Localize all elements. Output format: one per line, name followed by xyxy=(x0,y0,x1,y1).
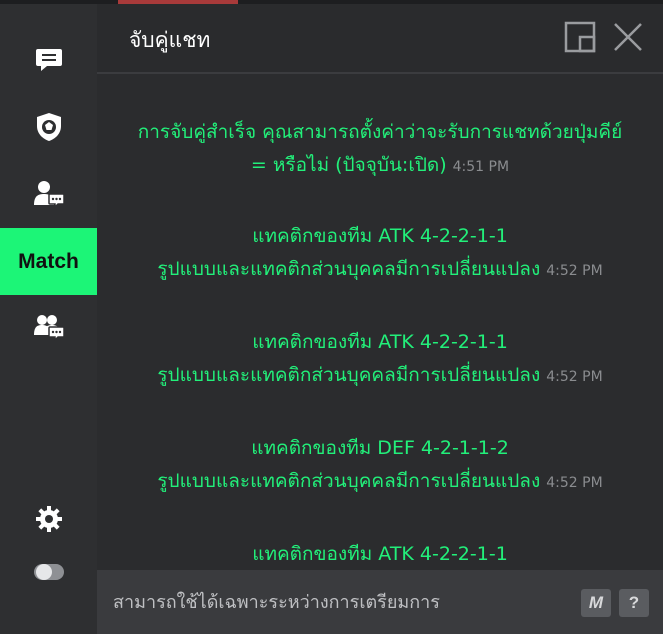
message-line: แทคติกของทีม ATK 4-2-2-1-1 xyxy=(252,331,508,353)
sidebar-item-match[interactable]: Match xyxy=(0,228,97,295)
header-divider xyxy=(97,72,663,74)
message-line: รูปแบบและแทคติกส่วนบุคคลมีการเปลี่ยนแปลง xyxy=(157,470,541,492)
close-icon xyxy=(612,21,644,57)
message-line: แทคติกของทีม DEF 4-2-1-1-2 xyxy=(251,437,509,459)
sidebar-item-friend-chat[interactable] xyxy=(0,169,97,219)
list-item: แทคติกของทีม ATK 4-2-2-1-1 รูปแบบและแทคต… xyxy=(97,326,663,394)
chat-input-bar: M ? xyxy=(97,570,663,634)
chat-header: จับคู่แชท xyxy=(97,4,663,72)
user-chat-icon xyxy=(33,179,65,209)
shield-ball-icon xyxy=(36,112,62,142)
message-timestamp: 4:51 PM xyxy=(452,159,510,175)
help-button[interactable]: ? xyxy=(619,589,649,617)
page-title: จับคู่แชท xyxy=(129,28,211,52)
message-timestamp: 4:52 PM xyxy=(546,263,603,279)
message-line: แทคติกของทีม ATK 4-2-2-1-1 xyxy=(252,543,508,565)
list-item: แทคติกของทีม ATK 4-2-2-1-1 xyxy=(97,538,663,570)
message-line: รูปแบบและแทคติกส่วนบุคคลมีการเปลี่ยนแปลง xyxy=(157,258,541,280)
message-line: แทคติกของทีม ATK 4-2-2-1-1 xyxy=(252,225,508,247)
settings-button[interactable] xyxy=(0,494,97,544)
sidebar-item-club[interactable] xyxy=(0,102,97,152)
toggle-button[interactable] xyxy=(0,547,97,597)
macro-button[interactable]: M xyxy=(581,589,611,617)
sidebar-item-chat[interactable] xyxy=(0,35,97,85)
list-item: การจับคู่สำเร็จ คุณสามารถตั้งค่าว่าจะรับ… xyxy=(97,116,663,184)
message-timestamp: 4:52 PM xyxy=(546,475,603,491)
sidebar: Match xyxy=(0,4,97,634)
chat-panel: จับคู่แชท การจับคู่สำเร็จ คุณสามารถตั้งค… xyxy=(97,4,663,634)
list-item: แทคติกของทีม DEF 4-2-1-1-2 รูปแบบและแทคต… xyxy=(97,432,663,500)
message-line: รูปแบบและแทคติกส่วนบุคคลมีการเปลี่ยนแปลง xyxy=(157,364,541,386)
popout-button[interactable] xyxy=(563,21,597,57)
message-timestamp: 4:52 PM xyxy=(546,369,603,385)
popout-window-icon xyxy=(564,21,596,57)
chat-bubble-icon xyxy=(35,47,63,73)
chat-input[interactable] xyxy=(111,584,565,620)
close-button[interactable] xyxy=(611,22,645,56)
message-line: = หรือไม่ (ปัจจุบัน:เปิด) xyxy=(250,154,447,176)
message-line: การจับคู่สำเร็จ คุณสามารถตั้งค่าว่าจะรับ… xyxy=(137,121,623,143)
group-chat-icon xyxy=(33,313,65,341)
list-item: แทคติกของทีม ATK 4-2-2-1-1 รูปแบบและแทคต… xyxy=(97,220,663,288)
match-label: Match xyxy=(18,249,79,273)
gear-icon xyxy=(35,505,63,533)
toggle-icon xyxy=(33,562,65,582)
sidebar-item-group-chat[interactable] xyxy=(0,302,97,352)
message-list[interactable]: การจับคู่สำเร็จ คุณสามารถตั้งค่าว่าจะรับ… xyxy=(97,76,663,570)
